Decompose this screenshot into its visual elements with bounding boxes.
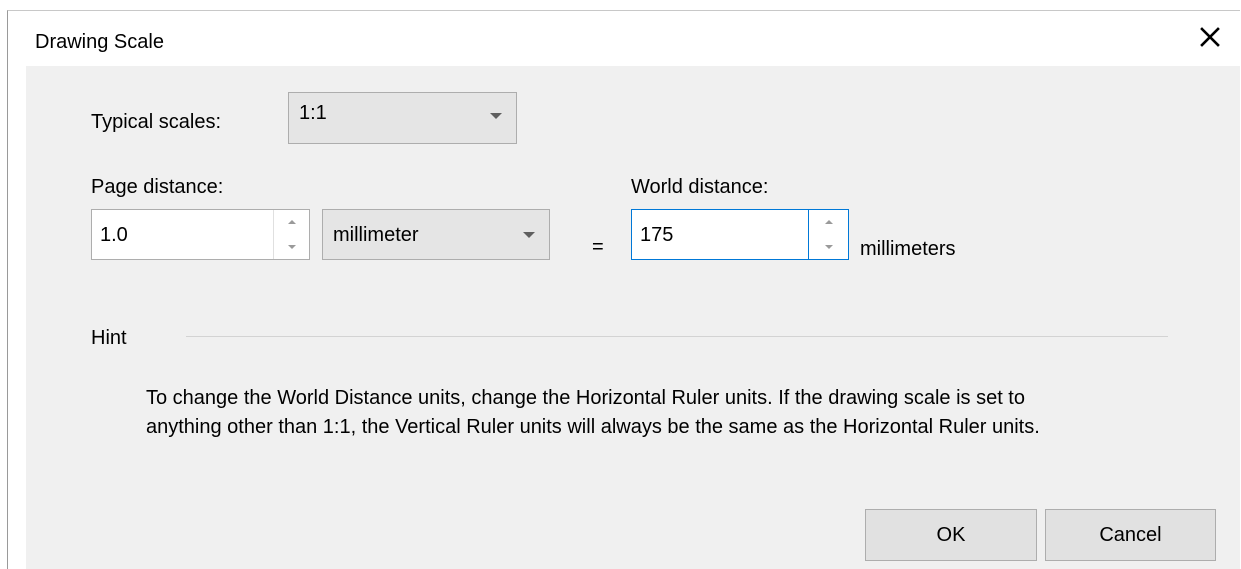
ok-button-label: OK bbox=[936, 523, 966, 546]
world-distance-decrement[interactable] bbox=[809, 235, 848, 260]
title-bar: Drawing Scale bbox=[8, 11, 1240, 66]
equals-sign: = bbox=[592, 236, 604, 258]
world-distance-increment[interactable] bbox=[809, 210, 848, 235]
dialog-body: Typical scales: 1:1 Page distance: 1.0 m… bbox=[26, 66, 1240, 569]
ok-button[interactable]: OK bbox=[865, 509, 1037, 561]
page-distance-label: Page distance: bbox=[91, 176, 224, 198]
hint-divider bbox=[186, 336, 1168, 337]
page-distance-increment[interactable] bbox=[274, 210, 309, 235]
world-distance-unit-label: millimeters bbox=[860, 238, 956, 260]
hint-text: To change the World Distance units, chan… bbox=[146, 387, 1040, 438]
cancel-button-label: Cancel bbox=[1099, 523, 1162, 546]
page-distance-input[interactable]: 1.0 bbox=[100, 224, 128, 247]
arrow-up-icon bbox=[824, 220, 833, 225]
chevron-down-icon bbox=[490, 113, 502, 119]
page-distance-unit-dropdown[interactable]: millimeter bbox=[322, 209, 550, 260]
world-distance-spin-buttons bbox=[808, 210, 848, 259]
typical-scales-dropdown[interactable]: 1:1 bbox=[288, 92, 517, 144]
hint-label: Hint bbox=[91, 327, 127, 349]
close-button[interactable] bbox=[1180, 11, 1240, 63]
page-distance-decrement[interactable] bbox=[274, 235, 309, 260]
arrow-up-icon bbox=[287, 220, 296, 225]
page-distance-spin-buttons bbox=[273, 210, 309, 259]
cancel-button[interactable]: Cancel bbox=[1045, 509, 1216, 561]
typical-scales-value: 1:1 bbox=[299, 102, 327, 124]
arrow-down-icon bbox=[824, 244, 833, 249]
dialog-title: Drawing Scale bbox=[35, 31, 164, 53]
typical-scales-label: Typical scales: bbox=[91, 111, 222, 133]
page-distance-spinbox[interactable]: 1.0 bbox=[91, 209, 310, 260]
world-distance-input[interactable]: 175 bbox=[640, 224, 673, 247]
screen: Drawing Scale Typical scales: 1:1 Page d… bbox=[0, 0, 1241, 569]
page-distance-unit-value: millimeter bbox=[333, 224, 419, 246]
close-icon bbox=[1200, 27, 1220, 47]
world-distance-label: World distance: bbox=[631, 176, 769, 198]
arrow-down-icon bbox=[287, 244, 296, 249]
chevron-down-icon bbox=[523, 232, 535, 238]
background-strip bbox=[0, 0, 1241, 10]
drawing-scale-dialog: Drawing Scale Typical scales: 1:1 Page d… bbox=[7, 10, 1240, 569]
world-distance-spinbox[interactable]: 175 bbox=[631, 209, 849, 260]
